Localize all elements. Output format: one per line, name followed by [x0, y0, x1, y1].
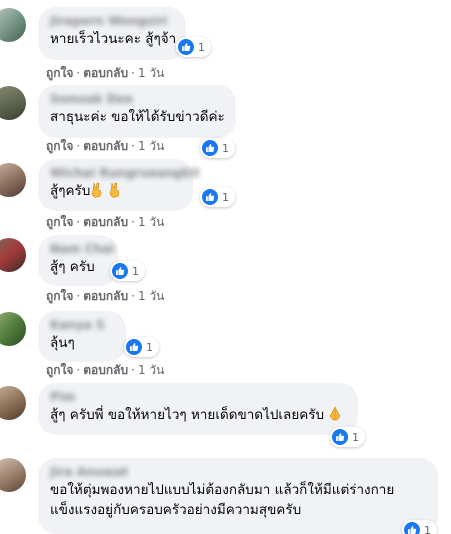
- comment-bubble: Wichai Rungrueangkit สู้ๆครับ: [38, 159, 200, 211]
- thumbs-up-icon: [202, 189, 218, 205]
- comment-text: สาธุนะค่ะ ขอให้ได้รับข่าวดีค่ะ: [50, 109, 225, 125]
- commenter-name[interactable]: Jiraporn Wongsiri: [50, 13, 174, 29]
- thumbs-up-icon: [202, 140, 218, 156]
- avatar[interactable]: [0, 386, 26, 420]
- commenter-name[interactable]: Pim: [50, 389, 346, 405]
- like-link[interactable]: ถูกใจ: [46, 66, 73, 80]
- comment-bubble: Jira Anuwat ขอให้ตุ่มพองหายไปแบบไม่ต้องก…: [38, 458, 438, 534]
- comment-actions: ถูกใจ · ตอบกลับ · 1 วัน: [46, 363, 165, 377]
- reaction-count[interactable]: 1: [124, 337, 159, 357]
- thumbs-up-icon: [112, 263, 128, 279]
- comment-actions: ถูกใจ · ตอบกลับ · 1 วัน: [46, 66, 165, 80]
- avatar[interactable]: [0, 458, 26, 492]
- comment-bubble: Nam Chai สู้ๆ ครับ: [38, 235, 118, 286]
- comment-bubble: Kanya S ลุ้นๆ: [38, 311, 126, 362]
- commenter-name[interactable]: Somsak Dee: [50, 91, 224, 107]
- like-link[interactable]: ถูกใจ: [46, 289, 73, 303]
- thumbs-up-icon: [332, 429, 348, 445]
- reaction-count[interactable]: 1: [110, 261, 145, 281]
- reaction-count[interactable]: 1: [176, 37, 211, 57]
- thumbs-up-icon: [178, 39, 194, 55]
- comment-time[interactable]: 1 วัน: [138, 215, 164, 229]
- reaction-count[interactable]: 1: [200, 187, 235, 207]
- comment-text-line1: ขอให้ตุ่มพองหายไปแบบไม่ต้องกลับมา แล้วก็…: [50, 482, 395, 498]
- comment-actions: ถูกใจ · ตอบกลับ · 1 วัน: [46, 139, 165, 153]
- reaction-count[interactable]: 1: [402, 520, 437, 534]
- like-count: 1: [132, 264, 139, 278]
- folded-hands-icon: [328, 406, 342, 426]
- comment-time[interactable]: 1 วัน: [138, 139, 164, 153]
- commenter-name[interactable]: Kanya S: [50, 317, 114, 333]
- comment-text-body: สู้ๆ ครับพี่ ขอให้หายไวๆ หายเด็ดขาดไปเลย…: [50, 407, 325, 423]
- comment-text: สู้ๆครับ: [50, 181, 181, 202]
- reaction-count[interactable]: 1: [330, 427, 365, 447]
- comment-actions: ถูกใจ · ตอบกลับ · 1 วัน: [46, 289, 165, 303]
- thumbs-up-icon: [404, 522, 420, 534]
- comment-text-line2: แข็งแรงอยู่กับครอบครัวอย่างมีความสุขครับ: [50, 502, 302, 518]
- like-count: 1: [146, 340, 153, 354]
- reaction-count[interactable]: 1: [200, 138, 235, 158]
- comment-time[interactable]: 1 วัน: [138, 66, 164, 80]
- commenter-name[interactable]: Jira Anuwat: [50, 464, 426, 480]
- like-link[interactable]: ถูกใจ: [46, 215, 73, 229]
- comment-actions: ถูกใจ · ตอบกลับ · 1 วัน: [46, 215, 165, 229]
- comment-text-body: สู้ๆครับ: [50, 183, 91, 199]
- like-count: 1: [352, 430, 359, 444]
- commenter-name[interactable]: Wichai Rungrueangkit: [50, 165, 200, 181]
- reply-link[interactable]: ตอบกลับ: [83, 363, 128, 377]
- comment-time[interactable]: 1 วัน: [138, 289, 164, 303]
- reply-link[interactable]: ตอบกลับ: [83, 139, 128, 153]
- comment-bubble: Pim สู้ๆ ครับพี่ ขอให้หายไวๆ หายเด็ดขาดไ…: [38, 383, 358, 435]
- comment-thread: Jiraporn Wongsiri หายเร็วไวนะคะ สู้ๆจ้า …: [0, 0, 451, 534]
- comment-bubble: Somsak Dee สาธุนะค่ะ ขอให้ได้รับข่าวดีค่…: [38, 85, 236, 138]
- commenter-name[interactable]: Nam Chai: [50, 241, 114, 257]
- thumbs-up-icon: [126, 339, 142, 355]
- reply-link[interactable]: ตอบกลับ: [83, 215, 128, 229]
- comment-text: สู้ๆ ครับ: [50, 259, 95, 275]
- comment-text: ลุ้นๆ: [50, 335, 75, 351]
- like-count: 1: [222, 190, 229, 204]
- comment-text: หายเร็วไวนะคะ สู้ๆจ้า: [50, 31, 177, 47]
- reply-link[interactable]: ตอบกลับ: [83, 289, 128, 303]
- like-count: 1: [198, 40, 205, 54]
- like-count: 1: [222, 141, 229, 155]
- comment-time[interactable]: 1 วัน: [138, 363, 164, 377]
- avatar[interactable]: [0, 163, 26, 197]
- like-link[interactable]: ถูกใจ: [46, 139, 73, 153]
- avatar[interactable]: [0, 86, 26, 120]
- comment-text: สู้ๆ ครับพี่ ขอให้หายไวๆ หายเด็ดขาดไปเลย…: [50, 405, 346, 426]
- like-link[interactable]: ถูกใจ: [46, 363, 73, 377]
- avatar[interactable]: [0, 312, 26, 346]
- victory-hand-icon: [90, 182, 122, 202]
- avatar[interactable]: [0, 238, 26, 272]
- comment-bubble: Jiraporn Wongsiri หายเร็วไวนะคะ สู้ๆจ้า: [38, 7, 186, 60]
- like-count: 1: [424, 523, 431, 534]
- reply-link[interactable]: ตอบกลับ: [83, 66, 128, 80]
- avatar[interactable]: [0, 8, 26, 42]
